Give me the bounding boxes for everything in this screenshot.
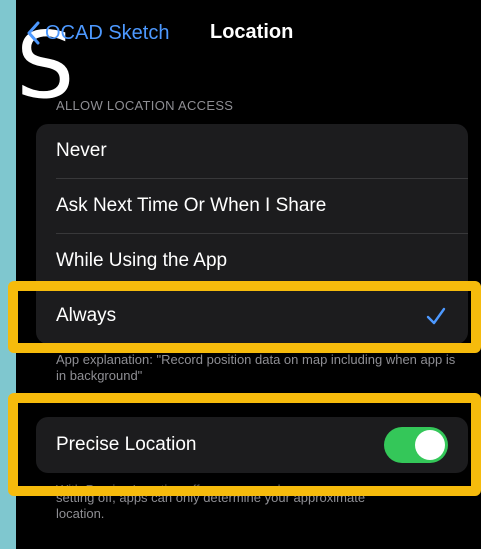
chevron-left-icon [27, 21, 40, 45]
location-access-options: Never Ask Next Time Or When I Share Whil… [36, 124, 468, 344]
precise-location-label: Precise Location [56, 434, 197, 455]
option-label: Ask Next Time Or When I Share [56, 195, 327, 216]
settings-screen: S OCAD Sketch Location ALLOW LOCATION AC… [16, 0, 481, 549]
toggle-knob [415, 430, 445, 460]
option-never[interactable]: Never [36, 124, 468, 179]
app-explanation-text: App explanation: "Record position data o… [56, 352, 456, 383]
precise-location-row: Precise Location [36, 417, 468, 473]
back-button-label: OCAD Sketch [45, 21, 170, 44]
option-while-using[interactable]: While Using the App [36, 234, 468, 289]
checkmark-icon [426, 307, 446, 325]
option-always[interactable]: Always [36, 289, 468, 344]
precise-location-footer: With Precise Location off, apps can only… [56, 482, 466, 522]
navigation-bar: OCAD Sketch Location [16, 0, 481, 68]
option-label: Never [56, 140, 107, 161]
option-ask-next-time[interactable]: Ask Next Time Or When I Share [36, 179, 468, 234]
footer-partial-line: With Precise Location off, apps can only [56, 482, 287, 490]
footer-line-1: setting off, apps can only determine you… [56, 490, 366, 505]
option-label: While Using the App [56, 250, 228, 271]
option-label: Always [56, 305, 117, 326]
section-header-allow-location: ALLOW LOCATION ACCESS [56, 98, 234, 113]
page-title: Location [210, 21, 294, 43]
precise-location-toggle[interactable] [384, 427, 448, 463]
footer-line-2: location. [56, 506, 105, 521]
back-button[interactable]: OCAD Sketch [26, 18, 169, 48]
